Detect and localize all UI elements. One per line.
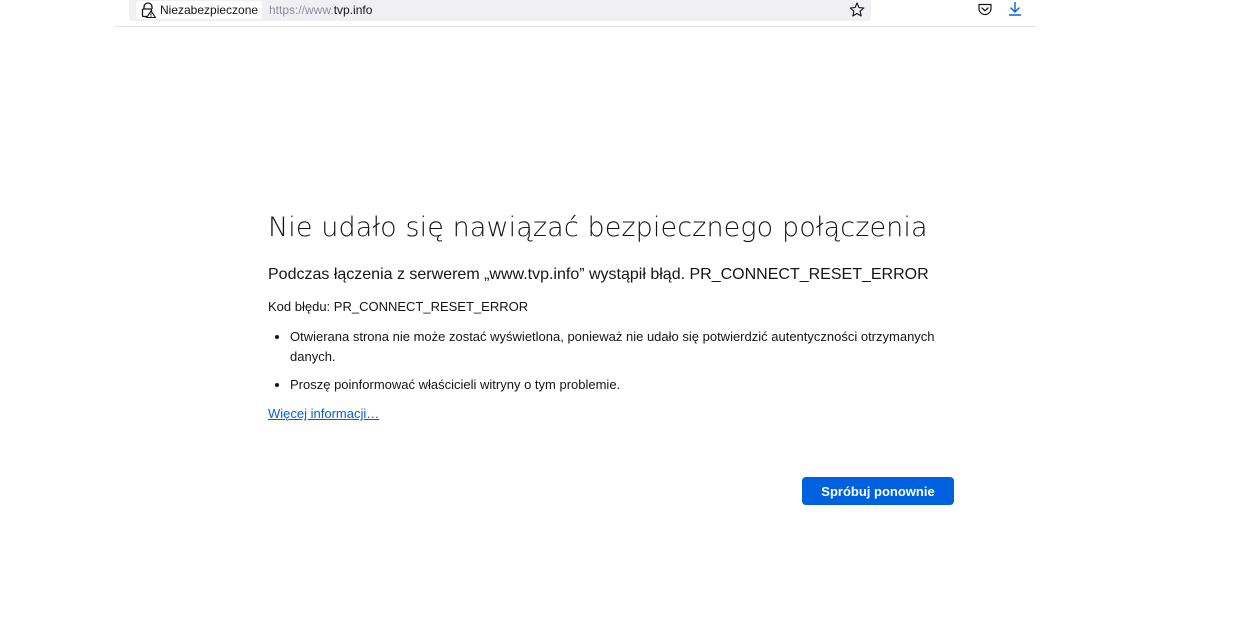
- url-prefix: https://www.: [269, 3, 334, 17]
- security-label: Niezabezpieczone: [160, 3, 259, 17]
- error-code: Kod błędu: PR_CONNECT_RESET_ERROR: [268, 299, 529, 314]
- security-indicator[interactable]: Niezabezpieczone: [136, 1, 263, 19]
- learn-more-link[interactable]: Więcej informacji…: [268, 406, 379, 421]
- toolbar-divider: [115, 26, 1036, 27]
- list-item: Proszę poinformować właścicieli witryny …: [290, 375, 958, 395]
- lock-warning-icon: [140, 2, 156, 18]
- error-page-content: Nie udało się nawiązać bezpiecznego połą…: [268, 212, 958, 423]
- error-reasons-list: Otwierana strona nie może zostać wyświet…: [268, 327, 958, 395]
- url-domain: tvp.info: [333, 3, 373, 17]
- pocket-icon[interactable]: [976, 0, 994, 18]
- error-intro: Podczas łączenia z serwerem „www.tvp.inf…: [268, 266, 929, 283]
- download-icon[interactable]: [1006, 0, 1024, 18]
- browser-toolbar: Niezabezpieczone https://www.tvp.info: [0, 0, 1250, 27]
- error-title: Nie udało się nawiązać bezpiecznego połą…: [268, 212, 928, 243]
- list-item: Otwierana strona nie może zostać wyświet…: [290, 327, 958, 367]
- try-again-button[interactable]: Spróbuj ponownie: [802, 477, 954, 505]
- star-icon[interactable]: [848, 1, 866, 19]
- url-text[interactable]: https://www.tvp.info: [269, 3, 372, 17]
